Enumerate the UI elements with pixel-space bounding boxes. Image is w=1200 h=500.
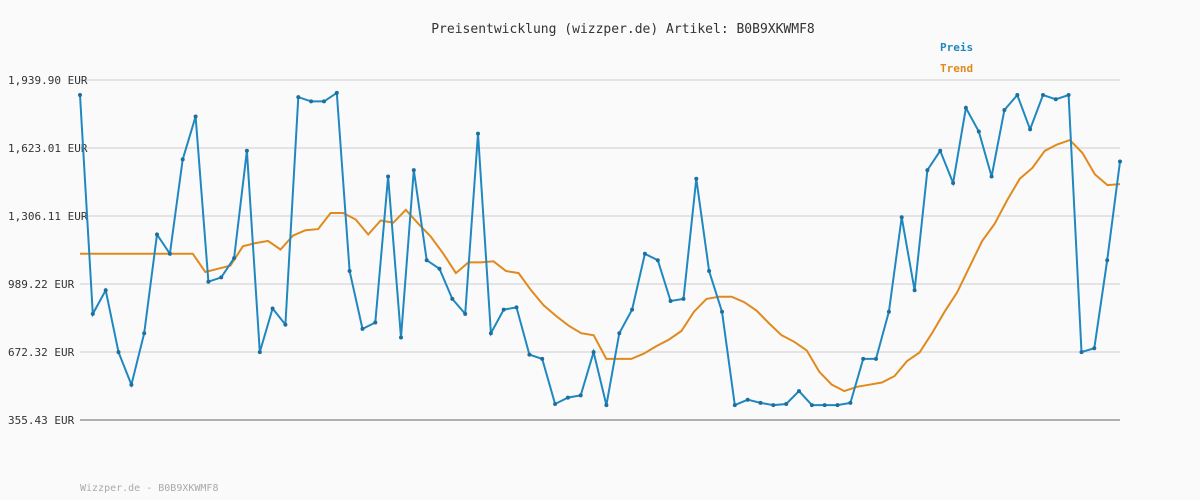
- price-data-point: [514, 305, 519, 310]
- price-data-point: [296, 95, 301, 100]
- price-data-point: [784, 402, 789, 406]
- price-data-point: [424, 258, 429, 263]
- price-data-point: [989, 174, 994, 179]
- price-data-point: [501, 307, 506, 312]
- price-data-point: [129, 382, 134, 387]
- price-data-point: [707, 269, 712, 273]
- price-data-point: [540, 356, 545, 361]
- price-data-point: [1079, 350, 1084, 355]
- price-data-point: [938, 148, 943, 153]
- price-data-point: [334, 90, 339, 95]
- price-data-point: [899, 215, 904, 220]
- price-data-point: [565, 395, 570, 400]
- price-data-point: [591, 350, 596, 355]
- y-tick-label: 355.43 EUR: [8, 414, 75, 427]
- chart-title: Preisentwicklung (wizzper.de) Artikel: B…: [431, 22, 815, 37]
- price-data-point: [681, 296, 686, 301]
- price-chart: Preisentwicklung (wizzper.de) Artikel: B…: [8, 22, 1122, 494]
- price-data-point: [797, 389, 801, 394]
- y-tick-label: 989.22 EUR: [8, 278, 75, 291]
- price-data-point: [373, 320, 378, 325]
- price-data-point: [861, 356, 866, 361]
- price-data-point: [732, 403, 737, 408]
- price-series-line: [79, 91, 1121, 407]
- price-data-point: [167, 251, 172, 256]
- price-data-point: [232, 256, 237, 261]
- y-tick-label: 1,306.11 EUR: [8, 210, 88, 223]
- price-data-point: [78, 93, 82, 97]
- price-data-point: [925, 168, 930, 173]
- price-data-point: [1002, 108, 1007, 112]
- price-data-point: [463, 311, 468, 316]
- price-data-point: [437, 266, 442, 271]
- legend-trend: Trend: [940, 62, 973, 75]
- price-data-point: [411, 168, 416, 173]
- price-data-point: [630, 307, 635, 312]
- price-data-point: [116, 350, 121, 355]
- y-tick-label: 1,939.90 EUR: [8, 74, 88, 87]
- price-data-point: [1041, 93, 1045, 97]
- price-data-point: [617, 331, 622, 336]
- price-data-point: [527, 352, 532, 357]
- legend-preis: Preis: [940, 41, 973, 54]
- price-data-point: [886, 309, 891, 314]
- price-data-point: [578, 393, 583, 398]
- price-data-point: [912, 288, 917, 293]
- price-data-point: [963, 105, 968, 110]
- price-data-point: [1028, 127, 1033, 132]
- price-data-point: [771, 403, 776, 408]
- price-data-point: [155, 232, 159, 237]
- price-data-point: [720, 309, 724, 314]
- price-data-point: [399, 335, 403, 340]
- price-data-point: [103, 288, 108, 293]
- price-data-point: [822, 403, 827, 408]
- price-data-point: [488, 331, 493, 336]
- price-data-point: [1118, 159, 1122, 164]
- price-data-point: [142, 331, 147, 336]
- price-data-point: [604, 403, 609, 408]
- price-data-point: [642, 251, 647, 256]
- y-axis-ticks: 1,939.90 EUR 1,623.01 EUR 1,306.11 EUR 989.…: [8, 74, 88, 427]
- price-data-point: [951, 181, 956, 185]
- price-data-point: [1053, 97, 1058, 102]
- price-data-point: [322, 99, 326, 104]
- price-data-point: [1066, 93, 1071, 97]
- y-tick-label: 1,623.01 EUR: [8, 142, 88, 155]
- footer-watermark: Wizzper.de - B0B9XKWMF8: [80, 483, 218, 494]
- y-tick-label: 672.32 EUR: [8, 346, 75, 359]
- price-data-point: [180, 157, 185, 162]
- price-data-point: [874, 356, 878, 361]
- price-data-point: [1105, 258, 1110, 263]
- price-data-point: [309, 99, 314, 104]
- price-data-point: [193, 114, 198, 119]
- trend-series-line: [80, 138, 1121, 393]
- price-data-point: [386, 174, 391, 179]
- price-data-point: [476, 131, 480, 136]
- price-data-point: [283, 322, 288, 327]
- price-data-point: [90, 311, 95, 316]
- price-data-point: [848, 400, 853, 405]
- price-data-point: [270, 306, 275, 311]
- price-data-point: [1092, 346, 1097, 351]
- price-data-point: [835, 403, 840, 408]
- price-data-point: [257, 350, 262, 355]
- price-data-point: [244, 148, 249, 153]
- price-data-point: [745, 397, 750, 402]
- price-data-point: [809, 403, 814, 408]
- price-data-point: [347, 269, 352, 273]
- price-data-point: [206, 279, 211, 284]
- price-data-point: [694, 176, 699, 181]
- price-data-point: [976, 129, 981, 134]
- price-data-point: [219, 275, 224, 280]
- price-data-point: [1015, 93, 1020, 97]
- price-data-point: [553, 402, 558, 406]
- price-data-point: [758, 400, 763, 405]
- price-data-point: [450, 296, 455, 301]
- price-data-point: [655, 258, 660, 263]
- price-data-point: [360, 326, 365, 331]
- price-data-point: [668, 299, 673, 303]
